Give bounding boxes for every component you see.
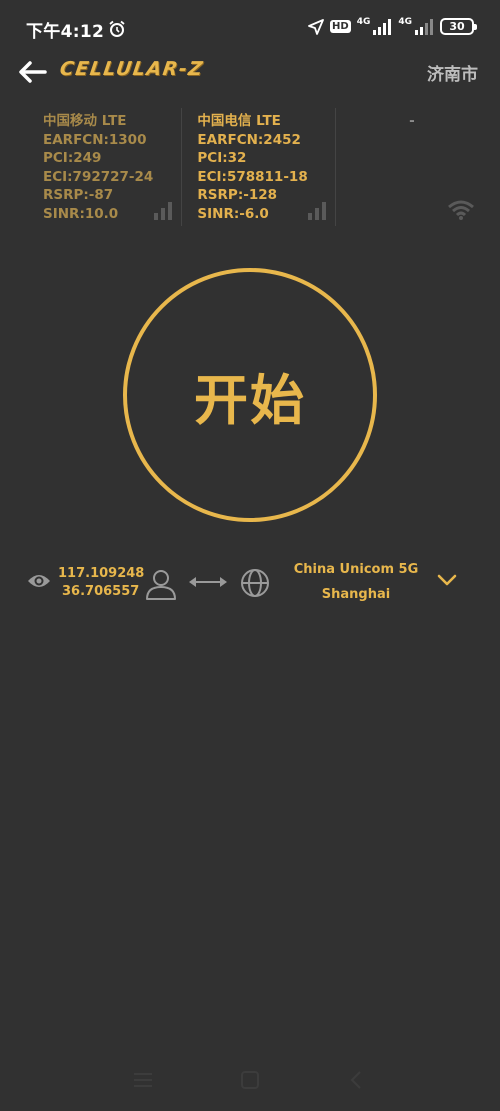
home-icon[interactable] (238, 1068, 262, 1092)
signal-strength-icon (154, 202, 173, 220)
bidirectional-arrow-icon (189, 577, 227, 587)
network-type-2: 4G (398, 16, 412, 27)
status-bar: 下午4:12 HD 4G 4G 30 (0, 0, 500, 58)
city-label: 济南市 (427, 65, 478, 85)
cell-pci: PCI:32 (197, 150, 247, 166)
wifi-icon (448, 200, 474, 220)
globe-icon (241, 569, 269, 597)
start-label: 开始 (194, 368, 306, 432)
location-arrow-icon (308, 18, 324, 35)
cell-card-1: 中国移动 LTE EARFCN:1300 PCI:249 ECI:792727-… (28, 108, 181, 226)
cell-earfcn: EARFCN:1300 (43, 131, 147, 148)
server-name: China Unicom 5G (293, 562, 419, 577)
network-type-1: 4G (356, 16, 371, 27)
start-test-button[interactable]: 开始 (123, 268, 377, 522)
server-city: Shanghai (321, 587, 391, 602)
cell-card-3: - (334, 108, 488, 226)
app-header: CELLULAR-Z 济南市 (0, 52, 500, 92)
cell-earfcn: EARFCN:2452 (197, 131, 301, 148)
menu-icon[interactable] (131, 1068, 155, 1092)
status-time: 下午4:12 (26, 21, 105, 42)
location-server-row: 117.109248 36.706557 China Unicom 5G Sha… (0, 560, 500, 610)
cell-info-panel: 中国移动 LTE EARFCN:1300 PCI:249 ECI:792727-… (28, 108, 488, 226)
cell-eci: ECI:578811-18 (197, 168, 308, 185)
cell-card-2: 中国电信 LTE EARFCN:2452 PCI:32 ECI:578811-1… (181, 108, 334, 226)
cell-signal-icon-2 (415, 18, 433, 35)
cell-carrier: 中国移动 LTE (43, 113, 127, 129)
back-arrow-icon[interactable] (16, 60, 48, 84)
latitude-value: 36.706557 (62, 584, 140, 599)
back-nav-icon[interactable] (345, 1068, 369, 1092)
longitude-value: 117.109248 (58, 566, 145, 581)
signal-strength-icon (307, 202, 326, 220)
user-icon (146, 570, 176, 600)
status-indicators: HD 4G 4G 30 (308, 16, 477, 35)
chevron-down-icon[interactable] (436, 572, 458, 588)
cell-signal-icon-1 (373, 18, 392, 35)
cell-pci: PCI:249 (43, 150, 102, 166)
eye-icon[interactable] (27, 572, 51, 590)
app-logo: CELLULAR-Z (58, 58, 206, 80)
cell-carrier: - (409, 113, 415, 129)
battery-indicator: 30 (440, 18, 477, 35)
cell-eci: ECI:792727-24 (43, 168, 154, 185)
system-nav-bar (0, 1060, 500, 1100)
hd-voice-badge: HD (330, 20, 351, 33)
cell-carrier: 中国电信 LTE (197, 113, 281, 129)
alarm-icon (109, 20, 125, 37)
